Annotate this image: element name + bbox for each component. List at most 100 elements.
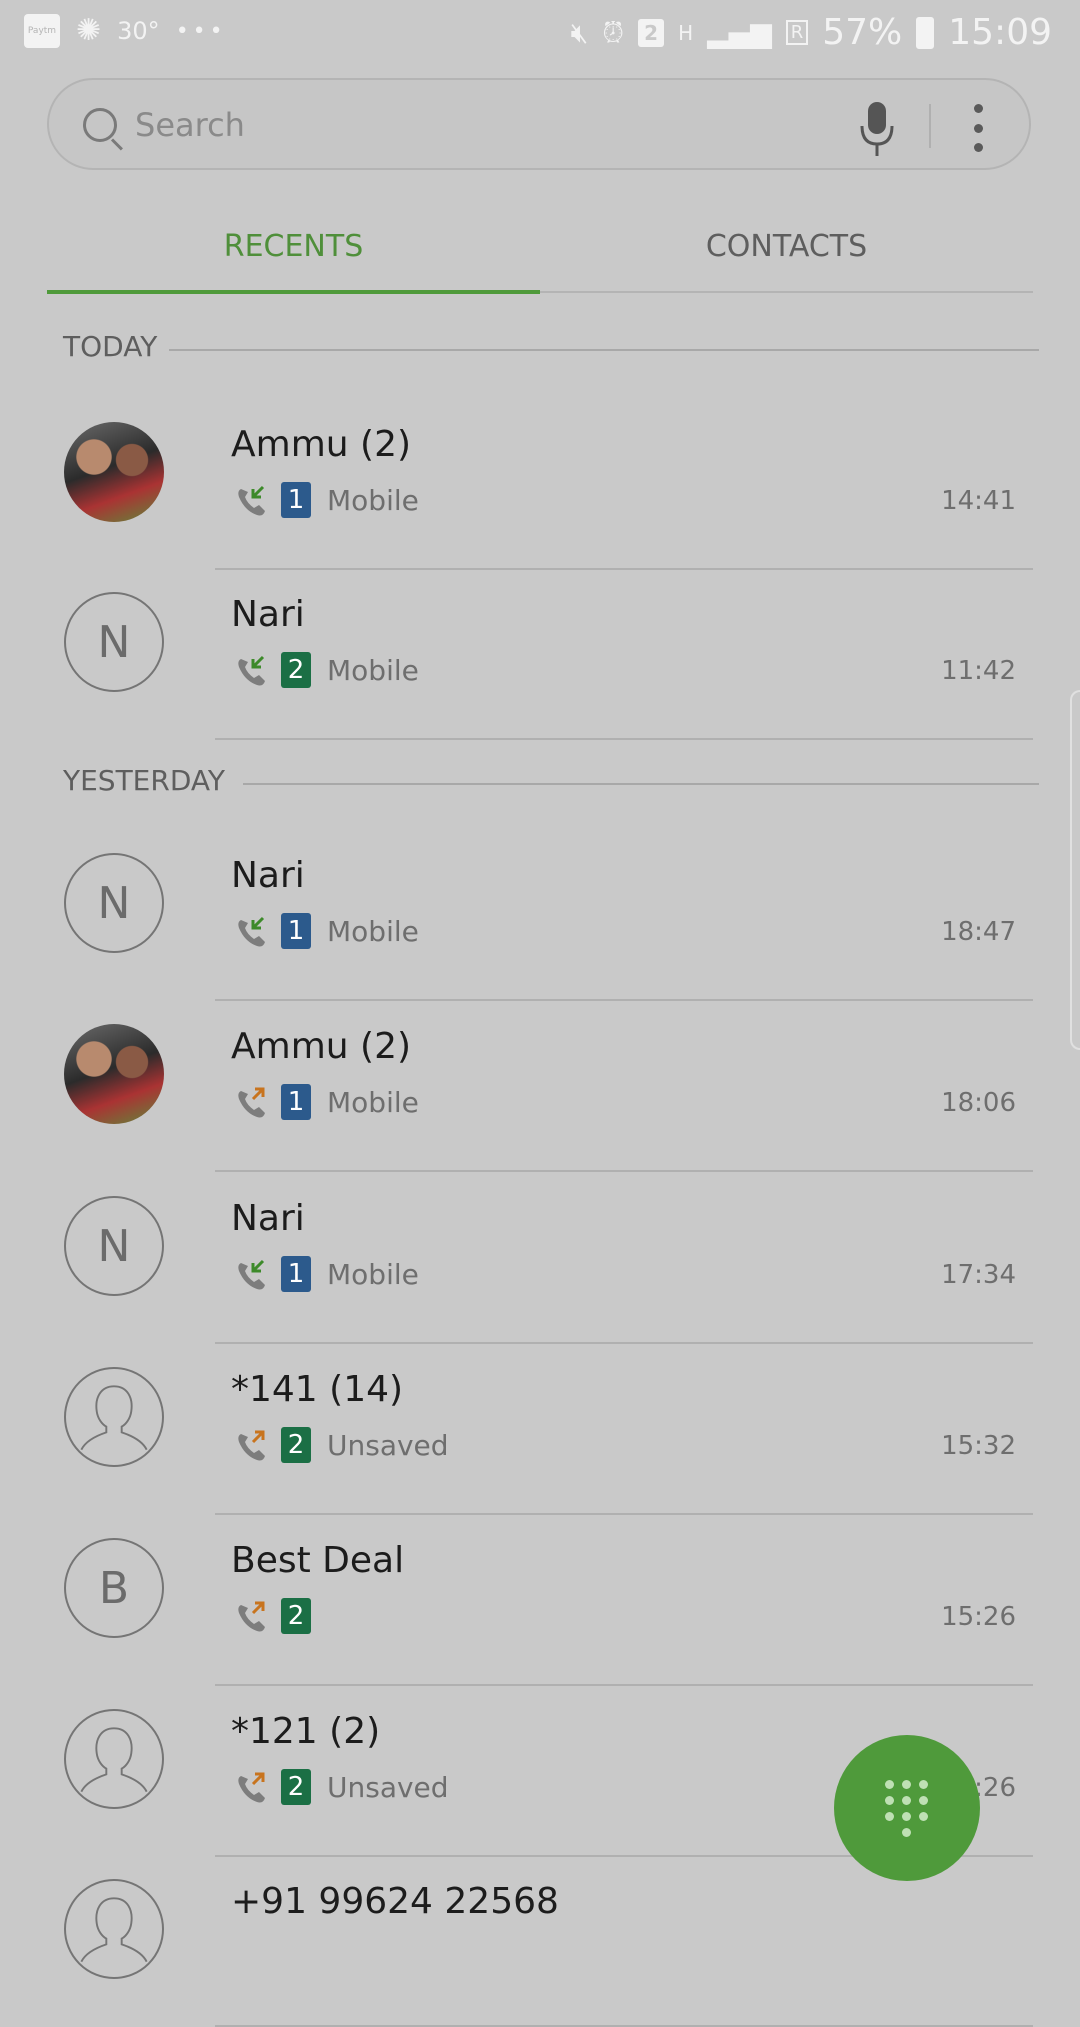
default-contact-icon[interactable] xyxy=(64,1367,164,1467)
call-details: 2 Mobile xyxy=(235,652,419,688)
number-type-label: Mobile xyxy=(327,1085,419,1119)
more-options-icon[interactable] xyxy=(969,104,987,152)
default-contact-icon[interactable] xyxy=(64,1709,164,1809)
outgoing-call-icon xyxy=(235,1599,271,1633)
roaming-signal-icon: R xyxy=(785,20,809,45)
alarm-icon: ⏰︎ xyxy=(602,15,625,49)
call-details: 1 Mobile xyxy=(235,913,419,949)
row-divider xyxy=(215,738,1033,740)
contact-name: Nari xyxy=(231,855,305,896)
dialpad-icon xyxy=(885,1779,929,1837)
number-type-label: Mobile xyxy=(327,483,419,517)
search-bar[interactable] xyxy=(47,78,1031,170)
call-log-item[interactable]: *141 (14) 2 Unsaved 15:32 xyxy=(0,1345,1080,1515)
clock: 15:09 xyxy=(948,12,1052,53)
row-divider xyxy=(215,1513,1033,1515)
contact-name: Ammu (2) xyxy=(231,1026,412,1067)
battery-icon xyxy=(916,16,935,49)
section-label: TODAY xyxy=(63,330,158,363)
call-time: 18:06 xyxy=(941,1088,1016,1118)
search-icon xyxy=(83,108,117,142)
incoming-call-icon xyxy=(235,483,271,517)
contact-photo[interactable] xyxy=(64,422,164,522)
sim-indicator: 2 xyxy=(281,1598,311,1634)
incoming-call-icon xyxy=(235,1257,271,1291)
call-details: 1 Mobile xyxy=(235,1256,419,1292)
tab-bar: RECENTS CONTACTS xyxy=(47,200,1033,296)
divider xyxy=(929,104,931,148)
contact-name: Nari xyxy=(231,594,305,635)
contact-name: Ammu (2) xyxy=(231,424,412,465)
contact-initial-avatar[interactable]: N xyxy=(64,592,164,692)
call-time: 15:26 xyxy=(941,1602,1016,1632)
contact-name: Nari xyxy=(231,1198,305,1239)
number-type-label: Mobile xyxy=(327,914,419,948)
call-log-item[interactable]: Ammu (2) 1 Mobile 14:41 xyxy=(0,400,1080,570)
weather-icon: ✺ xyxy=(76,13,102,48)
call-log-item[interactable]: Ammu (2) 1 Mobile 18:06 xyxy=(0,1002,1080,1172)
call-time: 18:47 xyxy=(941,917,1016,947)
call-details: 1 Mobile xyxy=(235,1084,419,1120)
dialpad-button[interactable] xyxy=(834,1735,980,1881)
incoming-call-icon xyxy=(235,914,271,948)
row-divider xyxy=(215,1170,1033,1172)
signal-icon: ▂▄▆ xyxy=(707,16,772,49)
sim-badge: 2 xyxy=(638,18,665,47)
contact-initial-avatar[interactable]: N xyxy=(64,1196,164,1296)
contact-initial-avatar[interactable]: N xyxy=(64,853,164,953)
call-log-item[interactable]: N Nari 1 Mobile 17:34 xyxy=(0,1174,1080,1344)
sim-indicator: 1 xyxy=(281,913,311,949)
mute-icon: 🔇︎ xyxy=(570,15,589,49)
call-log-item[interactable]: N Nari 1 Mobile 18:47 xyxy=(0,831,1080,1001)
call-time: 15:32 xyxy=(941,1431,1016,1461)
call-time: 14:41 xyxy=(941,486,1016,516)
number-type-label: Mobile xyxy=(327,653,419,687)
call-log-item[interactable]: B Best Deal 2 15:26 xyxy=(0,1516,1080,1686)
call-details: 1 Mobile xyxy=(235,482,419,518)
temperature: 30° xyxy=(117,17,160,45)
number-type-label: Unsaved xyxy=(327,1770,449,1804)
sim-indicator: 1 xyxy=(281,1256,311,1292)
more-notifications-icon: ••• xyxy=(175,18,227,44)
contact-name: *121 (2) xyxy=(231,1711,381,1752)
row-divider xyxy=(215,999,1033,1001)
contact-name: +91 99624 22568 xyxy=(231,1881,559,1922)
row-divider xyxy=(215,1342,1033,1344)
outgoing-call-icon xyxy=(235,1085,271,1119)
call-details: 2 xyxy=(235,1598,311,1634)
contact-name: *141 (14) xyxy=(231,1369,404,1410)
outgoing-call-icon xyxy=(235,1428,271,1462)
sim-indicator: 2 xyxy=(281,652,311,688)
default-contact-icon[interactable] xyxy=(64,1879,164,1979)
sim-indicator: 2 xyxy=(281,1427,311,1463)
section-label: YESTERDAY xyxy=(63,764,225,797)
section-divider xyxy=(169,349,1039,351)
paytm-icon: Paytm xyxy=(24,14,60,48)
contact-photo[interactable] xyxy=(64,1024,164,1124)
sim-indicator: 1 xyxy=(281,1084,311,1120)
call-log-item[interactable]: +91 99624 22568 xyxy=(0,1857,1080,2027)
battery-percent: 57% xyxy=(822,12,903,53)
row-divider xyxy=(215,1684,1033,1686)
status-bar: Paytm ✺ 30° ••• 🔇︎ ⏰︎ 2 H ▂▄▆ R 57% 15:0… xyxy=(0,0,1080,64)
tab-contacts[interactable]: CONTACTS xyxy=(540,200,1033,292)
incoming-call-icon xyxy=(235,653,271,687)
number-type-label: Unsaved xyxy=(327,1428,449,1462)
contact-name: Best Deal xyxy=(231,1540,405,1581)
call-time: 11:42 xyxy=(941,656,1016,686)
contact-initial-avatar[interactable]: B xyxy=(64,1538,164,1638)
call-details: 2 Unsaved xyxy=(235,1427,449,1463)
mic-icon[interactable] xyxy=(857,100,897,158)
number-type-label: Mobile xyxy=(327,1257,419,1291)
tab-divider xyxy=(540,291,1033,293)
tab-selected-indicator xyxy=(47,290,540,294)
call-details: 2 Unsaved xyxy=(235,1769,449,1805)
call-time: 17:34 xyxy=(941,1260,1016,1290)
tab-recents[interactable]: RECENTS xyxy=(47,200,540,292)
outgoing-call-icon xyxy=(235,1770,271,1804)
scrollbar-handle[interactable] xyxy=(1070,690,1080,1050)
network-type: H xyxy=(678,20,694,45)
search-input[interactable] xyxy=(133,102,777,148)
call-log-item[interactable]: N Nari 2 Mobile 11:42 xyxy=(0,570,1080,740)
section-header: YESTERDAY xyxy=(63,764,1039,804)
